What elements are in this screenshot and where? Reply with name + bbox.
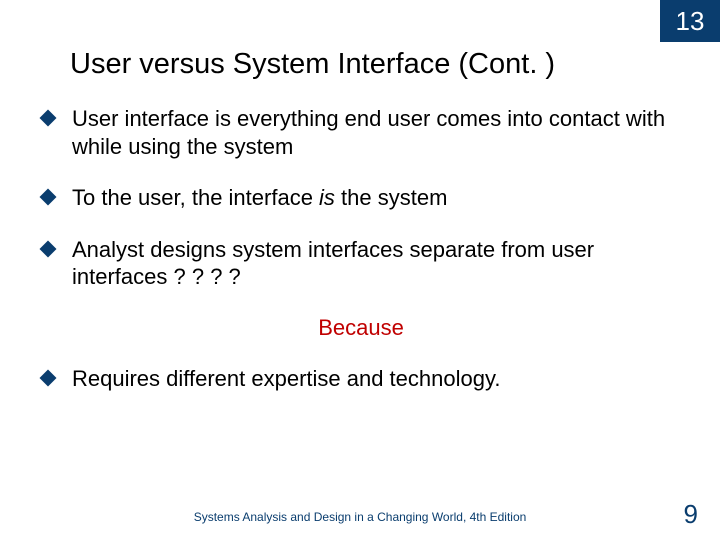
bullet-text-post: the system xyxy=(335,185,447,210)
bullet-item: Analyst designs system interfaces separa… xyxy=(42,236,680,291)
page-number: 9 xyxy=(684,499,698,530)
diamond-bullet-icon xyxy=(40,240,57,257)
diamond-bullet-icon xyxy=(40,110,57,127)
bullet-text-pre: To the user, the interface xyxy=(72,185,319,210)
bullet-item: User interface is everything end user co… xyxy=(42,105,680,160)
diamond-bullet-icon xyxy=(40,369,57,386)
chapter-badge: 13 xyxy=(660,0,720,42)
bullet-list: User interface is everything end user co… xyxy=(42,105,680,416)
bullet-text: Analyst designs system interfaces separa… xyxy=(72,236,680,291)
bullet-item: Requires different expertise and technol… xyxy=(42,365,680,393)
chapter-number: 13 xyxy=(676,6,705,37)
bullet-item: To the user, the interface is the system xyxy=(42,184,680,212)
diamond-bullet-icon xyxy=(40,189,57,206)
bullet-text: To the user, the interface is the system xyxy=(72,184,447,212)
footer-text: Systems Analysis and Design in a Changin… xyxy=(0,510,720,524)
bullet-text: User interface is everything end user co… xyxy=(72,105,680,160)
bullet-text-emphasis: is xyxy=(319,185,335,210)
callout-text: Because xyxy=(42,315,680,341)
bullet-text: Requires different expertise and technol… xyxy=(72,365,500,393)
slide-title: User versus System Interface (Cont. ) xyxy=(70,48,555,81)
